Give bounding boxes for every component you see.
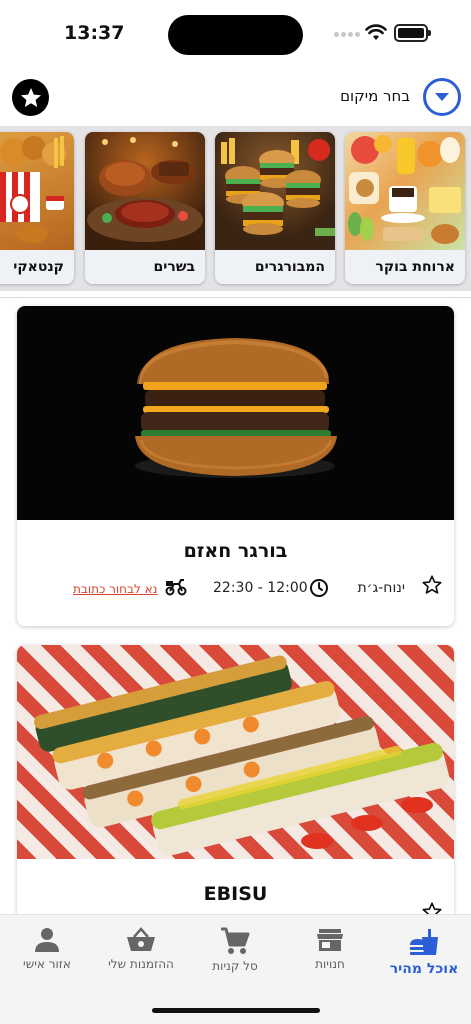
wifi-icon <box>365 24 387 40</box>
choose-address-link[interactable]: נא לבחור כתובת <box>73 582 157 596</box>
nav-personal-area[interactable]: אזור אישי <box>0 915 94 995</box>
basket-icon <box>127 927 155 951</box>
status-bar: 13:37 <box>0 0 471 66</box>
restaurant-info: ינוח-ג׳ת 22:30 - 12:00 נא לבחור כתובת <box>17 570 454 610</box>
signal-icon <box>334 32 360 37</box>
nav-my-orders[interactable]: ההזמנות שלי <box>94 915 188 995</box>
category-card-breakfast[interactable]: ארוחת בוקר <box>345 132 465 284</box>
nav-stores[interactable]: חנויות <box>283 915 377 995</box>
fast-food-icon <box>410 929 438 955</box>
nav-label: סל קניות <box>212 959 258 973</box>
top-bar: בחר מיקום <box>0 70 471 122</box>
category-label: המבורגרים <box>215 250 335 284</box>
opening-days: ינוח-ג׳ת <box>357 580 405 596</box>
favorite-star-icon[interactable] <box>421 574 443 596</box>
category-label: ארוחת בוקר <box>345 250 465 284</box>
category-strip[interactable]: ארוחת בוקר המבורגרים בשרים קנטאקי <box>0 126 471 291</box>
divider <box>0 297 471 298</box>
nav-label: חנויות <box>315 957 345 971</box>
category-card-meats[interactable]: בשרים <box>85 132 205 284</box>
cart-icon <box>221 927 250 954</box>
breakfast-photo <box>345 132 465 250</box>
location-label[interactable]: בחר מיקום <box>300 87 410 105</box>
sushi-photo <box>17 645 454 859</box>
nav-fast-food[interactable]: אוכל מהיר <box>377 915 471 995</box>
fried-chicken-photo <box>0 132 74 250</box>
burgers-photo <box>215 132 335 250</box>
restaurant-name: בורגר חאזם <box>183 540 288 562</box>
restaurant-card-ebisu[interactable]: EBISU <box>17 645 454 945</box>
dynamic-island <box>168 15 303 55</box>
burger-photo <box>17 306 454 520</box>
star-icon[interactable] <box>12 79 49 116</box>
category-label: קנטאקי <box>0 250 74 284</box>
nav-label: ההזמנות שלי <box>108 957 174 971</box>
category-card-burgers[interactable]: המבורגרים <box>215 132 335 284</box>
store-icon <box>317 929 343 951</box>
clock-icon <box>310 579 328 597</box>
restaurant-card-burger[interactable]: בורגר חאזם ינוח-ג׳ת 22:30 - 12:00 נא לבח… <box>17 306 454 626</box>
person-icon <box>35 928 59 952</box>
chevron-down-icon[interactable] <box>423 78 461 116</box>
nav-label: אזור אישי <box>23 957 71 971</box>
meats-photo <box>85 132 205 250</box>
battery-icon <box>394 24 431 42</box>
opening-hours: 22:30 - 12:00 <box>213 580 308 596</box>
status-time: 13:37 <box>64 22 125 44</box>
restaurant-name: EBISU <box>203 883 268 905</box>
home-indicator <box>152 1008 320 1013</box>
category-card-kentucky[interactable]: קנטאקי <box>0 132 74 284</box>
nav-label: אוכל מהיר <box>389 961 459 977</box>
category-label: בשרים <box>85 250 205 284</box>
delivery-scooter-icon <box>165 579 187 596</box>
nav-cart[interactable]: סל קניות <box>188 915 282 995</box>
